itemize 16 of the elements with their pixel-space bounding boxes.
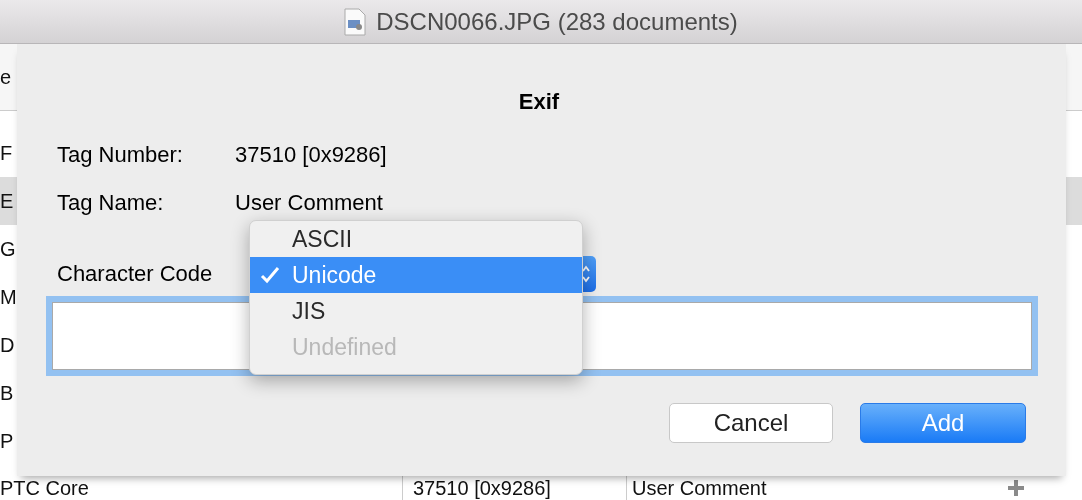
field-label: Tag Number:	[57, 142, 184, 168]
table-cell: F	[0, 141, 13, 165]
dialog-title: Exif	[517, 88, 561, 116]
table-cell: E	[0, 189, 14, 213]
table-cell: User Comment	[632, 476, 767, 500]
table-cell: D	[0, 333, 15, 357]
table-cell: B	[0, 381, 14, 405]
field-value: 37510 [0x9286]	[235, 142, 387, 168]
table-cell: PTC Core	[0, 476, 89, 500]
field-label: Character Code	[57, 261, 214, 287]
field-value: User Comment	[235, 190, 383, 216]
table-cell: G	[0, 237, 16, 261]
window-title: DSCN0066.JPG (283 documents)	[376, 7, 738, 36]
table-cell: M	[0, 285, 17, 309]
field-label: Tag Name:	[57, 190, 165, 216]
table-cell: P	[0, 429, 14, 453]
